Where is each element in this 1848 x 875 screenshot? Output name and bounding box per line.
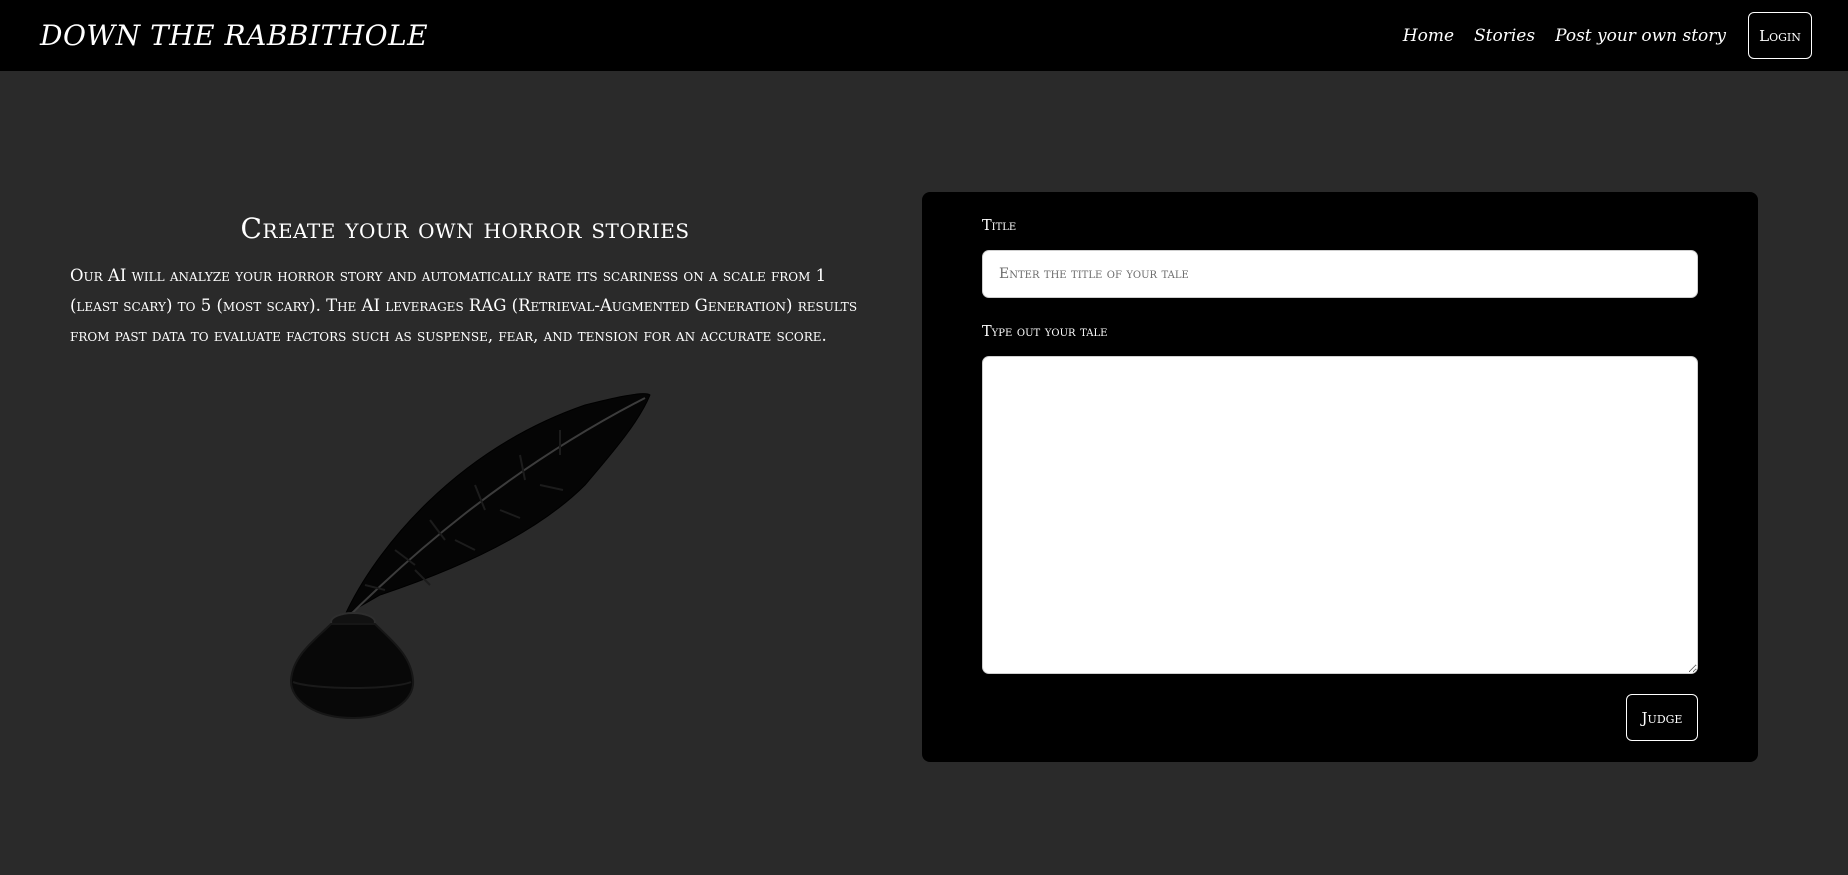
intro-description: Our AI will analyze your horror story an… <box>70 266 858 345</box>
nav-link-home[interactable]: Home <box>1403 26 1454 46</box>
tale-label: Type out your tale <box>982 324 1108 340</box>
form-actions: Judge <box>982 694 1698 741</box>
quill-inkwell-icon <box>289 393 651 720</box>
tale-textarea[interactable] <box>982 356 1698 674</box>
inkwell-body <box>289 623 415 720</box>
nav-link-post-story[interactable]: Post your own story <box>1555 26 1726 46</box>
title-label: Title <box>982 218 1017 234</box>
story-form-panel: Title Type out your tale Judge <box>922 192 1758 762</box>
intro-title: Create your own horror stories <box>240 212 690 245</box>
intro-section: Create your own horror stories Our AI wi… <box>70 212 860 351</box>
login-button[interactable]: Login <box>1748 12 1812 59</box>
judge-button[interactable]: Judge <box>1626 694 1698 741</box>
nav-link-stories[interactable]: Stories <box>1474 26 1535 46</box>
brand-logo-link[interactable]: DOWN THE RABBITHOLE <box>40 19 428 52</box>
feather-shape <box>343 393 651 617</box>
navbar: DOWN THE RABBITHOLE Home Stories Post yo… <box>0 0 1848 71</box>
title-input[interactable] <box>982 250 1698 298</box>
nav-links: Home Stories Post your own story Login <box>1403 12 1812 59</box>
